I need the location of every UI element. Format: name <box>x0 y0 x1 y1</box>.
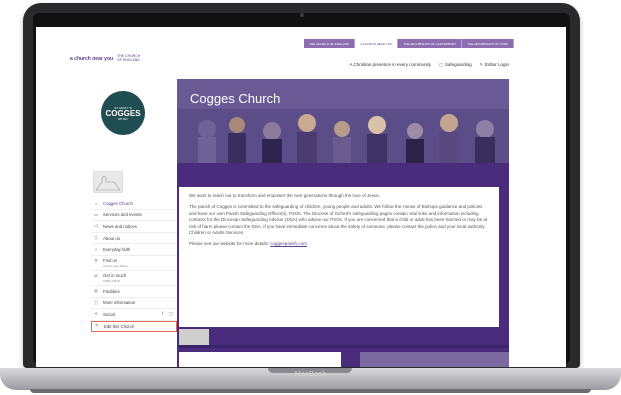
circle-icon: ○ <box>94 247 98 253</box>
bottom-card <box>179 352 341 367</box>
facebook-icon[interactable]: f <box>162 311 163 317</box>
editor-login-link[interactable]: ✎ Editor Login <box>480 62 509 67</box>
nav-label: About us <box>103 235 120 241</box>
site-header: a church near you THE CHURCH OF ENGLAND … <box>36 50 566 78</box>
nav-label: Services and events <box>103 212 142 218</box>
intro-paragraph: We want to reach out to transform and em… <box>189 193 381 198</box>
facilities-icon: ◎ <box>94 288 98 294</box>
share-icon: ≺ <box>94 311 98 317</box>
badge-name: COGGES <box>105 108 141 118</box>
home-icon: ⌂ <box>94 200 98 206</box>
tab-a-church-near-you[interactable]: A CHURCH NEAR YOU <box>355 39 399 48</box>
sidebar-item-find-us[interactable]: ⚲ Find us Church Lane Witney <box>91 256 177 271</box>
sidebar-item-more-info[interactable]: ⓘ More information <box>91 298 177 310</box>
instagram-icon[interactable]: ◻ <box>169 311 173 317</box>
browser-screen: THE CHURCH OF ENGLAND A CHURCH NEAR YOU … <box>36 27 566 367</box>
logo-coe-text: THE CHURCH OF ENGLAND <box>117 54 141 62</box>
main-content: Cogges Church We want to reach out to tr… <box>177 79 509 367</box>
info-icon: ⓘ <box>93 235 99 241</box>
church-sketch-image <box>93 171 123 193</box>
nav-label: Find us <box>103 257 118 263</box>
social-icons: f ◻ <box>162 311 173 317</box>
nav-label: More information <box>103 300 136 306</box>
sidebar-item-get-in-touch[interactable]: ☏ Get in touch 01993 778111 <box>91 271 177 286</box>
safeguarding-link[interactable]: ▢ Safeguarding <box>439 62 472 67</box>
pencil-icon: ✎ <box>95 323 99 329</box>
logo-mark: a church near you <box>70 55 114 62</box>
sidebar-item-about[interactable]: ⓘ About us <box>91 233 177 245</box>
nav-label: Get in touch <box>103 272 127 278</box>
pencil-icon: ✎ <box>479 62 483 67</box>
edit-this-church-button[interactable]: ✎ Edit this Church <box>91 320 177 332</box>
hero-banner: Cogges Church <box>177 79 509 163</box>
content-card: We want to reach out to transform and em… <box>179 187 499 327</box>
nav-label: Facilities <box>103 288 120 294</box>
website-link[interactable]: coggesparish.com <box>270 241 307 246</box>
badge-bottom: WITNEY <box>117 117 129 121</box>
sidebar-item-everyday-faith[interactable]: ○ Everyday faith <box>91 244 177 256</box>
nav-label: Cogges Church <box>103 200 133 206</box>
hero-title: Cogges Church <box>190 91 281 106</box>
sidebar-item-news[interactable]: ◁ News and notices <box>91 221 177 233</box>
shield-icon: ▢ <box>439 62 443 67</box>
safeguarding-paragraph: The parish of Cogges is committed to the… <box>189 204 488 236</box>
laptop-base <box>30 389 591 393</box>
tab-church-of-england[interactable]: THE CHURCH OF ENGLAND <box>304 39 356 48</box>
nav-label: Edit this Church <box>104 323 135 329</box>
calendar-icon: ▭ <box>93 211 99 217</box>
sidebar-item-cogges-church[interactable]: ⌂ Cogges Church <box>91 198 177 210</box>
nav-label: News and notices <box>103 223 137 229</box>
tab-archbishop-canterbury[interactable]: THE ARCHBISHOP OF CANTERBURY <box>398 39 463 48</box>
info-circle-icon: ⓘ <box>93 299 99 305</box>
thumbnail-image <box>179 329 209 345</box>
coe-tabs: THE CHURCH OF ENGLAND A CHURCH NEAR YOU … <box>304 39 514 48</box>
camera-icon <box>299 13 304 17</box>
sidebar: ST MARY'S COGGES WITNEY ⌂ Cogges Church ▭… <box>79 79 177 367</box>
nav-label: Everyday faith <box>103 247 131 253</box>
bottom-image <box>360 352 509 367</box>
macbook-label: MacBook <box>294 371 327 378</box>
megaphone-icon: ◁ <box>94 223 98 229</box>
editor-login-label: Editor Login <box>484 62 509 67</box>
site-logo[interactable]: a church near you THE CHURCH OF ENGLAND <box>70 54 141 62</box>
header-links: A Christian presence in every community … <box>350 62 510 67</box>
phone-icon: ☏ <box>93 272 99 278</box>
map-pin-icon: ⚲ <box>94 257 98 263</box>
church-badge: ST MARY'S COGGES WITNEY <box>101 91 145 135</box>
nav-label: Social <box>103 311 115 317</box>
sidebar-item-services[interactable]: ▭ Services and events <box>91 210 177 222</box>
website-paragraph: Please see our website for more details:… <box>189 241 489 247</box>
sidebar-item-facilities[interactable]: ◎ Facilities <box>91 286 177 298</box>
website-prefix: Please see our website for more details: <box>189 241 271 247</box>
tagline: A Christian presence in every community <box>349 62 432 67</box>
sidebar-item-social[interactable]: ≺ Social f ◻ <box>91 309 177 321</box>
tab-archbishop-york[interactable]: THE ARCHBISHOP OF YORK <box>462 39 514 48</box>
nav-sub: 01993 778111 <box>103 278 121 283</box>
section-divider <box>179 345 509 348</box>
sidebar-nav: ⌂ Cogges Church ▭ Services and events ◁ New… <box>91 198 177 332</box>
nav-sub: Church Lane Witney <box>103 263 129 268</box>
safeguarding-label: Safeguarding <box>444 62 472 67</box>
